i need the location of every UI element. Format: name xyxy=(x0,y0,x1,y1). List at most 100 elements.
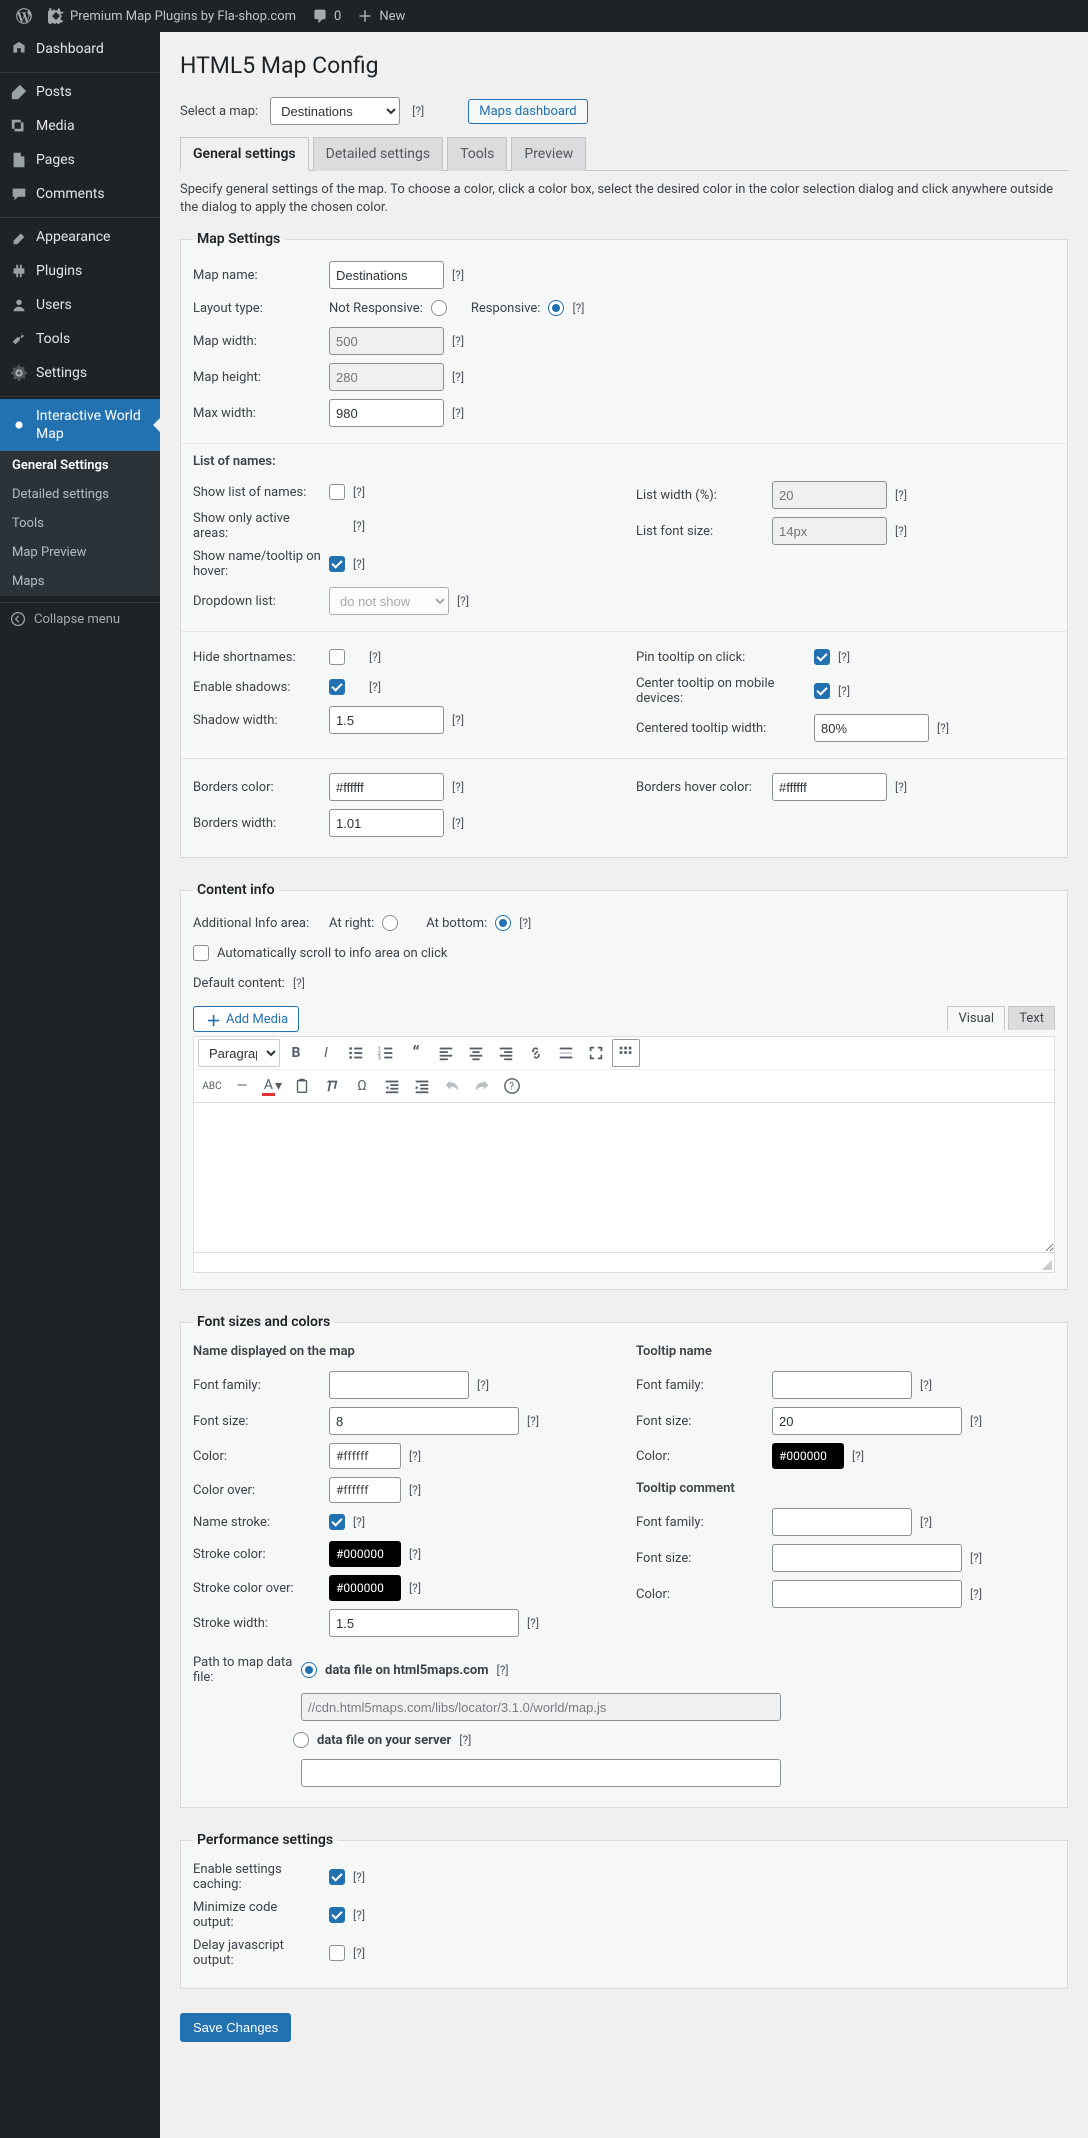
dropdown-select[interactable]: do not show xyxy=(329,587,449,615)
help-icon[interactable]: [?] xyxy=(527,1414,539,1428)
name-color-input[interactable]: #ffffff xyxy=(329,1443,401,1469)
map-width-input[interactable] xyxy=(329,327,444,355)
editor-tab-visual[interactable]: Visual xyxy=(947,1006,1005,1030)
submenu-map-preview[interactable]: Map Preview xyxy=(0,538,160,567)
maps-dashboard-button[interactable]: Maps dashboard xyxy=(468,99,587,124)
help-icon[interactable]: [?] xyxy=(412,104,424,118)
sidebar-item-media[interactable]: Media xyxy=(0,109,160,143)
hr-button[interactable]: — xyxy=(228,1072,256,1100)
local-path-input[interactable] xyxy=(301,1759,781,1787)
help-icon[interactable]: [?] xyxy=(353,519,365,533)
toolbar-toggle-button[interactable] xyxy=(612,1039,640,1067)
help-icon[interactable]: [?] xyxy=(497,1663,509,1677)
help-icon[interactable]: [?] xyxy=(970,1587,982,1601)
map-height-input[interactable] xyxy=(329,363,444,391)
help-icon[interactable]: [?] xyxy=(452,780,464,794)
borders-width-input[interactable] xyxy=(329,809,444,837)
sidebar-item-pages[interactable]: Pages xyxy=(0,143,160,177)
help-icon[interactable]: [?] xyxy=(353,485,365,499)
sidebar-item-comments[interactable]: Comments xyxy=(0,177,160,211)
align-right-button[interactable] xyxy=(492,1039,520,1067)
indent-button[interactable] xyxy=(408,1072,436,1100)
tooltip-name-font-size-input[interactable] xyxy=(772,1407,962,1435)
center-tooltip-checkbox[interactable] xyxy=(814,683,830,699)
help-icon[interactable]: [?] xyxy=(895,780,907,794)
align-left-button[interactable] xyxy=(432,1039,460,1067)
help-icon[interactable]: [?] xyxy=(970,1414,982,1428)
sidebar-item-tools[interactable]: Tools xyxy=(0,322,160,356)
sidebar-item-settings[interactable]: Settings xyxy=(0,356,160,390)
tab-preview[interactable]: Preview xyxy=(511,137,586,171)
editor-tab-text[interactable]: Text xyxy=(1008,1006,1055,1030)
undo-button[interactable] xyxy=(438,1072,466,1100)
help-icon[interactable]: [?] xyxy=(452,713,464,727)
help-icon[interactable]: [?] xyxy=(459,1733,471,1747)
help-icon[interactable]: [?] xyxy=(937,721,949,735)
tooltip-comment-font-family-input[interactable] xyxy=(772,1508,912,1536)
site-link[interactable]: Premium Map Plugins by Fla-shop.com xyxy=(40,0,304,32)
submenu-general-settings[interactable]: General Settings xyxy=(0,451,160,480)
help-icon[interactable]: [?] xyxy=(452,370,464,384)
redo-button[interactable] xyxy=(468,1072,496,1100)
layout-not-responsive-radio[interactable] xyxy=(431,300,447,316)
new-button[interactable]: New xyxy=(349,0,413,32)
help-icon[interactable]: [?] xyxy=(838,684,850,698)
help-icon[interactable]: [?] xyxy=(409,1483,421,1497)
help-icon[interactable]: [?] xyxy=(353,557,365,571)
tab-tools[interactable]: Tools xyxy=(447,137,507,171)
paste-button[interactable] xyxy=(288,1072,316,1100)
stroke-color-input[interactable]: #000000 xyxy=(329,1541,401,1567)
help-icon[interactable]: [?] xyxy=(970,1551,982,1565)
sidebar-item-users[interactable]: Users xyxy=(0,288,160,322)
help-icon[interactable]: [?] xyxy=(293,976,305,990)
strikethrough-button[interactable]: ABC xyxy=(198,1072,226,1100)
link-button[interactable] xyxy=(522,1039,550,1067)
name-font-size-input[interactable] xyxy=(329,1407,519,1435)
submenu-tools[interactable]: Tools xyxy=(0,509,160,538)
help-icon[interactable]: [?] xyxy=(920,1515,932,1529)
shadow-width-input[interactable] xyxy=(329,706,444,734)
tab-general-settings[interactable]: General settings xyxy=(180,137,309,171)
hide-short-checkbox[interactable] xyxy=(329,649,345,665)
help-icon[interactable]: [?] xyxy=(920,1378,932,1392)
help-icon[interactable]: [?] xyxy=(452,816,464,830)
tab-detailed-settings[interactable]: Detailed settings xyxy=(313,137,443,171)
clear-format-button[interactable] xyxy=(318,1072,346,1100)
quote-button[interactable]: “ xyxy=(402,1039,430,1067)
bullet-list-button[interactable] xyxy=(342,1039,370,1067)
minimize-checkbox[interactable] xyxy=(329,1907,345,1923)
text-color-button[interactable]: A▾ xyxy=(258,1072,286,1100)
local-radio[interactable] xyxy=(293,1732,309,1748)
help-icon[interactable]: [?] xyxy=(519,916,531,930)
tooltip-comment-color-input[interactable] xyxy=(772,1580,962,1608)
help-button[interactable]: ? xyxy=(498,1072,526,1100)
map-select[interactable]: Destinations xyxy=(270,97,400,125)
help-icon[interactable]: [?] xyxy=(353,1908,365,1922)
paragraph-select[interactable]: Paragraph xyxy=(198,1039,280,1067)
help-icon[interactable]: [?] xyxy=(353,1870,365,1884)
editor-content[interactable] xyxy=(193,1103,1055,1253)
help-icon[interactable]: [?] xyxy=(409,1449,421,1463)
sidebar-item-dashboard[interactable]: Dashboard xyxy=(0,32,160,66)
stroke-width-input[interactable] xyxy=(329,1609,519,1637)
list-font-input[interactable] xyxy=(772,517,887,545)
centered-width-input[interactable] xyxy=(814,714,929,742)
auto-scroll-checkbox[interactable] xyxy=(193,945,209,961)
sidebar-item-posts[interactable]: Posts xyxy=(0,75,160,109)
more-button[interactable] xyxy=(552,1039,580,1067)
layout-responsive-radio[interactable] xyxy=(548,300,564,316)
show-list-checkbox[interactable] xyxy=(329,484,345,500)
max-width-input[interactable] xyxy=(329,399,444,427)
at-right-radio[interactable] xyxy=(382,915,398,931)
help-icon[interactable]: [?] xyxy=(353,1515,365,1529)
tooltip-name-font-family-input[interactable] xyxy=(772,1371,912,1399)
align-center-button[interactable] xyxy=(462,1039,490,1067)
help-icon[interactable]: [?] xyxy=(852,1449,864,1463)
borders-hover-input[interactable] xyxy=(772,773,887,801)
sidebar-item-interactive-map[interactable]: Interactive World Map xyxy=(0,399,160,451)
help-icon[interactable]: [?] xyxy=(452,334,464,348)
help-icon[interactable]: [?] xyxy=(572,301,584,315)
map-name-input[interactable] xyxy=(329,261,444,289)
bold-button[interactable]: B xyxy=(282,1039,310,1067)
help-icon[interactable]: [?] xyxy=(895,524,907,538)
